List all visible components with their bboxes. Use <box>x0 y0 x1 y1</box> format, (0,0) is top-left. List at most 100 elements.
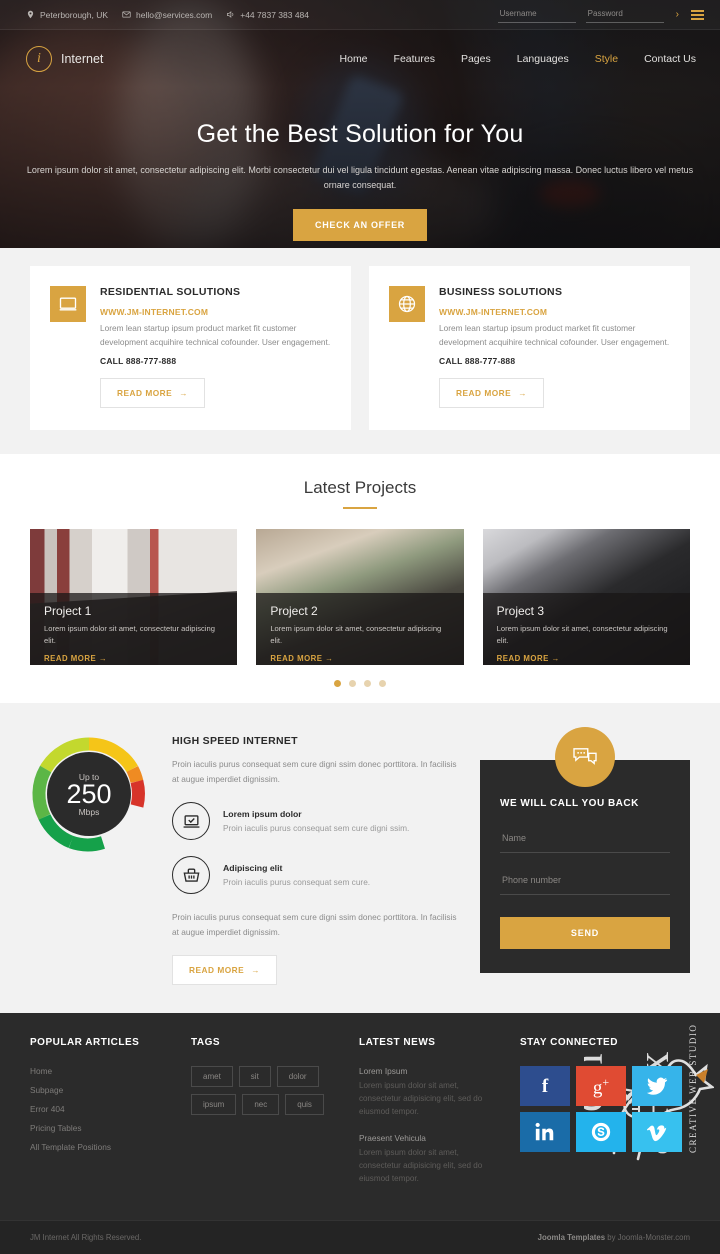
vimeo-icon[interactable] <box>632 1112 682 1153</box>
phone-text: +44 7837 383 484 <box>240 9 310 20</box>
carousel-dot-2[interactable] <box>349 680 356 688</box>
nav-item-contact-us[interactable]: Contact Us <box>644 53 696 65</box>
service-title: BUSINESS SOLUTIONS <box>439 286 563 298</box>
speed-content-column: HIGH SPEED INTERNET Proin iaculis purus … <box>172 727 458 986</box>
email-text: hello@services.com <box>136 9 213 20</box>
login-submit-arrow-icon[interactable]: › <box>674 9 681 20</box>
callback-name-input[interactable] <box>500 827 670 854</box>
linkedin-icon[interactable] <box>520 1112 570 1153</box>
monitor-icon <box>50 286 86 322</box>
nav-item-pages[interactable]: Pages <box>461 53 491 65</box>
skype-icon[interactable] <box>576 1112 626 1153</box>
service-description: Lorem lean startup ipsum product market … <box>100 323 331 348</box>
arrow-right-icon: → <box>251 965 261 976</box>
carousel-dot-1[interactable] <box>334 680 341 688</box>
footer-column-title: LATEST NEWS <box>359 1037 436 1049</box>
password-input[interactable] <box>585 6 664 23</box>
callback-phone-input[interactable] <box>500 869 670 896</box>
main-navbar: i Internet Home Features Pages Languages… <box>0 30 720 88</box>
nav-item-home[interactable]: Home <box>340 53 368 65</box>
news-heading[interactable]: Praesent Vehicula <box>359 1133 502 1143</box>
feature-text: Adipiscing elit Proin iaculis purus cons… <box>223 863 370 888</box>
tag-item[interactable]: nec <box>242 1094 280 1116</box>
tag-item[interactable]: amet <box>191 1066 233 1088</box>
callback-send-button[interactable]: SEND <box>500 917 670 950</box>
hero-content: Get the Best Solution for You Lorem ipsu… <box>0 88 720 241</box>
speed-read-more-button[interactable]: READ MORE → <box>172 955 278 986</box>
carousel-dot-3[interactable] <box>364 680 371 688</box>
footer-link-subpage[interactable]: Subpage <box>30 1085 173 1095</box>
social-icon-grid: f g+ <box>520 1066 682 1153</box>
nav-item-style[interactable]: Style <box>595 53 618 65</box>
project-card-3[interactable]: Project 3 Lorem ipsum dolor sit amet, co… <box>482 529 690 666</box>
footer-stay-connected: STAY CONNECTED f g+ <box>520 1037 690 1200</box>
service-url[interactable]: WWW.JM-INTERNET.COM <box>439 307 670 317</box>
google-plus-icon[interactable]: g+ <box>576 1066 626 1107</box>
project-title: Project 2 <box>270 604 318 619</box>
tag-item[interactable]: quis <box>285 1094 324 1116</box>
project-read-more-link[interactable]: READ MORE → <box>497 654 676 663</box>
service-card-body: BUSINESS SOLUTIONS WWW.JM-INTERNET.COM L… <box>439 286 670 409</box>
project-overlay: Project 1 Lorem ipsum dolor sit amet, co… <box>30 593 238 666</box>
tag-item[interactable]: dolor <box>276 1066 319 1088</box>
twitter-icon[interactable] <box>632 1066 682 1107</box>
read-more-label: READ MORE <box>456 388 512 399</box>
service-phone: CALL 888-777-888 <box>100 356 177 367</box>
speaker-icon <box>226 10 235 19</box>
info-circle-icon: i <box>26 46 52 72</box>
nav-item-features[interactable]: Features <box>394 53 435 65</box>
project-description: Lorem ipsum dolor sit amet, consectetur … <box>270 624 442 646</box>
facebook-icon[interactable]: f <box>520 1066 570 1107</box>
project-card-2[interactable]: Project 2 Lorem ipsum dolor sit amet, co… <box>256 529 464 666</box>
projects-section: Latest Projects Project 1 Lorem ipsum do… <box>0 454 720 704</box>
project-read-more-link[interactable]: READ MORE → <box>44 654 223 663</box>
hero-subtitle: Lorem ipsum dolor sit amet, consectetur … <box>26 165 694 190</box>
read-more-button[interactable]: READ MORE → <box>439 378 545 409</box>
top-utility-bar: Peterborough, UK hello@services.com +44 … <box>0 0 720 30</box>
contact-phone: +44 7837 383 484 <box>226 10 309 20</box>
project-description: Lorem ipsum dolor sit amet, consectetur … <box>496 624 668 646</box>
footer-link-error-404[interactable]: Error 404 <box>30 1104 173 1114</box>
carousel-dot-4[interactable] <box>379 680 386 688</box>
read-more-button[interactable]: READ MORE → <box>100 378 206 409</box>
callback-title: WE WILL CALL YOU BACK <box>500 798 639 810</box>
tag-item[interactable]: ipsum <box>191 1094 237 1116</box>
arrow-right-icon: → <box>179 388 189 399</box>
footer-link-all-template-positions[interactable]: All Template Positions <box>30 1142 173 1152</box>
basket-icon <box>172 856 210 895</box>
news-heading[interactable]: Lorem Ipsum <box>359 1066 502 1076</box>
site-logo[interactable]: i Internet <box>26 46 103 72</box>
globe-icon <box>389 286 425 322</box>
services-section: RESIDENTIAL SOLUTIONS WWW.JM-INTERNET.CO… <box>0 248 720 455</box>
chat-bubble-icon <box>555 727 615 788</box>
username-input[interactable] <box>497 6 576 23</box>
news-description: Lorem ipsum dolor sit amet, consectetur … <box>359 1081 483 1117</box>
check-an-offer-button[interactable]: CHECK AN OFFER <box>293 208 427 241</box>
service-card-business: BUSINESS SOLUTIONS WWW.JM-INTERNET.COM L… <box>369 266 690 431</box>
envelope-icon <box>122 10 131 19</box>
speed-gauge: Up to 250 Mbps <box>30 735 148 853</box>
footer-link-pricing-tables[interactable]: Pricing Tables <box>30 1123 173 1133</box>
service-url[interactable]: WWW.JM-INTERNET.COM <box>100 307 331 317</box>
news-item: Praesent Vehicula Lorem ipsum dolor sit … <box>359 1133 502 1186</box>
project-description: Lorem ipsum dolor sit amet, consectetur … <box>44 624 215 646</box>
service-phone: CALL 888-777-888 <box>439 356 516 367</box>
feature-description: Proin iaculis purus consequat sem cure. <box>223 876 371 887</box>
tag-item[interactable]: sit <box>238 1066 271 1088</box>
read-more-label: READ MORE <box>496 654 549 664</box>
service-card-body: RESIDENTIAL SOLUTIONS WWW.JM-INTERNET.CO… <box>100 286 331 409</box>
hamburger-menu-icon[interactable] <box>691 9 704 21</box>
project-read-more-link[interactable]: READ MORE → <box>270 654 449 663</box>
gauge-value-box: Up to 250 Mbps <box>47 752 131 837</box>
footer-link-home[interactable]: Home <box>30 1066 173 1076</box>
carousel-dots <box>0 680 720 688</box>
service-card-residential: RESIDENTIAL SOLUTIONS WWW.JM-INTERNET.CO… <box>30 266 351 431</box>
news-description: Lorem ipsum dolor sit amet, consectetur … <box>359 1148 483 1183</box>
project-card-1[interactable]: Project 1 Lorem ipsum dolor sit amet, co… <box>30 529 238 666</box>
attribution-link[interactable]: Joomla Templates <box>538 1233 605 1242</box>
footer-column-title: STAY CONNECTED <box>520 1037 618 1049</box>
speed-heading: HIGH SPEED INTERNET <box>172 735 298 748</box>
site-footer: Joom a Fox CREATIVE WEB STUDIO POPULAR A… <box>0 1013 720 1220</box>
nav-item-languages[interactable]: Languages <box>517 53 569 65</box>
footer-latest-news: LATEST NEWS Lorem Ipsum Lorem ipsum dolo… <box>359 1037 502 1200</box>
